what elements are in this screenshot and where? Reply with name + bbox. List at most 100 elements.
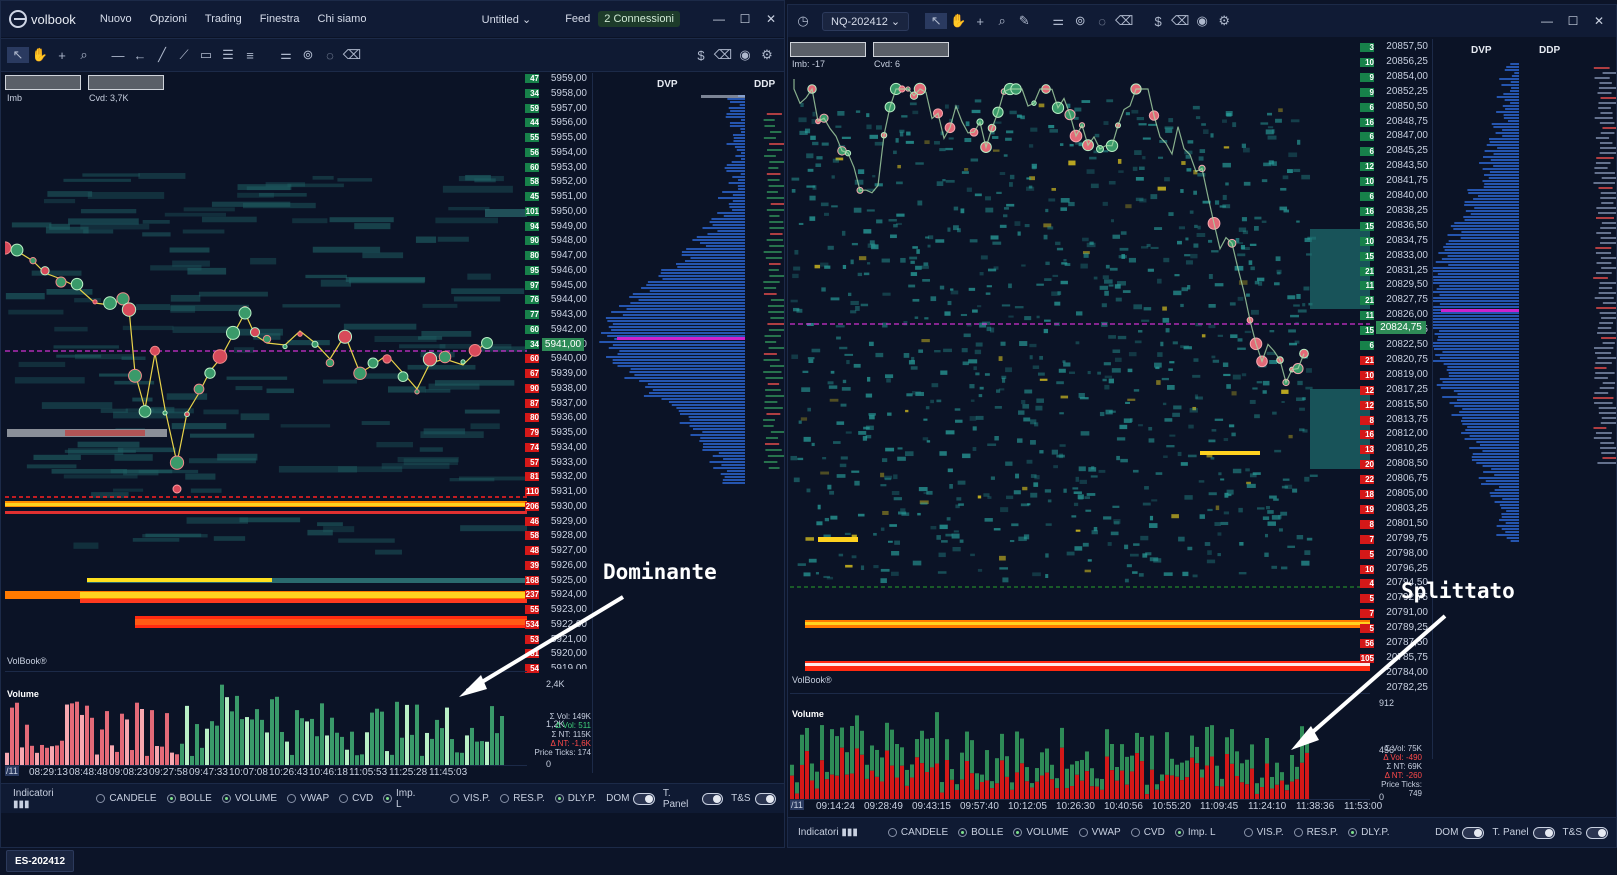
menu-nuovo[interactable]: Nuovo xyxy=(100,13,132,25)
time-label: 08:48:48 xyxy=(69,767,108,778)
menu-opzioni[interactable]: Opzioni xyxy=(150,13,187,25)
menu-chi-siamo[interactable]: Chi siamo xyxy=(318,13,367,25)
gear-icon[interactable]: ⚙ xyxy=(756,47,778,63)
time-label: 11:09:45 xyxy=(1200,801,1239,812)
cursor-icon[interactable]: ↖ xyxy=(925,13,948,29)
current-price-tag: 20824,75 xyxy=(1376,321,1426,334)
heatmap-chart[interactable] xyxy=(5,73,527,669)
option-res-p[interactable]: RES.P. xyxy=(500,793,545,804)
option-cvd[interactable]: CVD xyxy=(1130,827,1165,838)
option-vis-p[interactable]: VIS.P. xyxy=(450,793,490,804)
comment-icon[interactable]: ◌ xyxy=(319,48,341,63)
sliders-icon[interactable]: ⚌ xyxy=(275,47,297,63)
eraser-icon[interactable]: ⌫ xyxy=(341,47,363,63)
pencil-icon[interactable]: ✎ xyxy=(1013,13,1035,29)
side-volume-label: 46 xyxy=(525,516,539,526)
option-vwap[interactable]: VWAP xyxy=(287,793,329,804)
list-icon[interactable]: ≡ xyxy=(239,48,261,63)
annotation-arrow-icon xyxy=(1291,614,1447,750)
tpanel-toggle[interactable] xyxy=(701,792,724,805)
horizontal-line-icon[interactable]: — xyxy=(107,48,129,63)
record-icon[interactable]: ◉ xyxy=(734,47,756,63)
option-candele[interactable]: CANDELE xyxy=(96,793,157,804)
crosshair-icon[interactable]: + xyxy=(51,48,73,63)
option-volume[interactable]: VOLUME xyxy=(1013,827,1069,838)
time-label: 11:45:03 xyxy=(429,767,468,778)
option-bolle[interactable]: BOLLE xyxy=(166,793,212,804)
clock-icon[interactable]: ◷ xyxy=(792,13,814,29)
heatmap-chart[interactable] xyxy=(790,39,1370,691)
maximize-icon[interactable]: ☐ xyxy=(732,12,758,26)
bubble-icon[interactable]: ⊚ xyxy=(297,47,319,63)
delta-nt-stat: Δ NT: -1,6K xyxy=(550,739,591,748)
eraser-icon[interactable]: ⌫ xyxy=(712,47,734,63)
crosshair-icon[interactable]: + xyxy=(969,14,991,29)
connections-badge[interactable]: 2 Connessioni xyxy=(598,11,680,27)
menu-trading[interactable]: Trading xyxy=(205,13,242,25)
side-volume-label: 3 xyxy=(1360,43,1374,52)
symbol-tab-es[interactable]: ES-202412 xyxy=(6,850,74,872)
time-label: 11:24:10 xyxy=(1248,801,1287,812)
ts-toggle[interactable] xyxy=(1586,826,1608,839)
window-taskbar: ES-202412 xyxy=(0,848,810,875)
sliders-icon[interactable]: ⚌ xyxy=(1047,13,1069,29)
time-axis[interactable]: 09:14:24 09:28:49 09:43:15 09:57:40 10:12:05… xyxy=(790,799,1382,813)
volume-panel-title: Volume xyxy=(7,689,39,699)
price-label: 20822,50 xyxy=(1386,339,1428,350)
ruler-icon[interactable]: ⟋ xyxy=(173,47,195,63)
time-axis[interactable]: 08:29:13 08:48:48 09:08:23 09:27:58 09:47:33… xyxy=(5,765,527,779)
bubble-icon[interactable]: ⊚ xyxy=(1069,13,1091,29)
dollar-icon[interactable]: $ xyxy=(690,48,712,63)
hand-icon[interactable]: ✋ xyxy=(29,47,51,63)
maximize-icon[interactable]: ☐ xyxy=(1560,14,1586,28)
eraser-icon[interactable]: ⌫ xyxy=(1113,13,1135,29)
zoom-icon[interactable]: ⌕ xyxy=(991,13,1013,29)
option-bolle[interactable]: BOLLE xyxy=(958,827,1003,838)
hand-icon[interactable]: ✋ xyxy=(947,13,969,29)
comment-icon[interactable]: ◌ xyxy=(1091,14,1113,29)
gear-icon[interactable]: ⚙ xyxy=(1213,13,1235,29)
option-volume[interactable]: VOLUME xyxy=(221,793,277,804)
side-volume-label: 16 xyxy=(1360,117,1374,127)
option-vwap[interactable]: VWAP xyxy=(1078,827,1121,838)
option-dly-p[interactable]: DLY.P. xyxy=(1348,827,1390,838)
indicators-button[interactable]: Indicatori ▮▮▮ xyxy=(13,788,71,810)
ray-icon[interactable]: ← xyxy=(129,48,151,63)
cvd-indicator-box xyxy=(873,42,949,57)
feed-label[interactable]: Feed xyxy=(565,13,590,25)
option-imp-l[interactable]: Imp. L xyxy=(383,788,423,810)
option-res-p[interactable]: RES.P. xyxy=(1293,827,1338,838)
minimize-icon[interactable]: — xyxy=(706,12,732,26)
price-label: 20847,00 xyxy=(1386,130,1428,142)
side-volume-label: 59 xyxy=(525,103,539,113)
minimize-icon[interactable]: — xyxy=(1534,14,1560,28)
option-dly-p[interactable]: DLY.P. xyxy=(554,793,596,804)
close-icon[interactable]: ✕ xyxy=(1586,14,1612,28)
price-label: 5939,00 xyxy=(550,368,587,379)
cursor-icon[interactable]: ↖ xyxy=(7,47,29,63)
record-icon[interactable]: ◉ xyxy=(1191,13,1213,29)
ts-toggle[interactable] xyxy=(754,792,776,805)
option-candele[interactable]: CANDELE xyxy=(887,827,948,838)
volume-axis-zero: 0 xyxy=(546,759,552,769)
dollar-icon[interactable]: $ xyxy=(1147,14,1169,29)
dom-toggle[interactable] xyxy=(1462,826,1485,839)
layout-name-dropdown[interactable]: Untitled ⌄ xyxy=(482,13,532,26)
trend-line-icon[interactable]: ╱ xyxy=(151,47,173,63)
price-label: 5928,00 xyxy=(550,530,587,542)
close-icon[interactable]: ✕ xyxy=(758,12,784,26)
dom-toggle[interactable] xyxy=(633,792,655,805)
option-imp-l[interactable]: Imp. L xyxy=(1174,827,1216,838)
rectangle-icon[interactable]: ▭ xyxy=(195,47,217,63)
symbol-selector[interactable]: NQ-202412 ⌄ xyxy=(822,11,910,31)
price-axis[interactable]: 5959,00 5958,00 5957,00 5956,00 5955,00 5954,… xyxy=(541,73,591,669)
indicators-button[interactable]: Indicatori ▮▮▮ xyxy=(798,827,858,838)
text-align-icon[interactable]: ☰ xyxy=(217,47,239,63)
zoom-icon[interactable]: ⌕ xyxy=(73,47,95,63)
side-volume-label: 10 xyxy=(1360,564,1374,574)
eraser-icon[interactable]: ⌫ xyxy=(1169,13,1191,29)
option-cvd[interactable]: CVD xyxy=(339,793,373,804)
menu-finestra[interactable]: Finestra xyxy=(260,13,300,25)
option-vis-p[interactable]: VIS.P. xyxy=(1243,827,1284,838)
tpanel-toggle[interactable] xyxy=(1532,826,1555,839)
